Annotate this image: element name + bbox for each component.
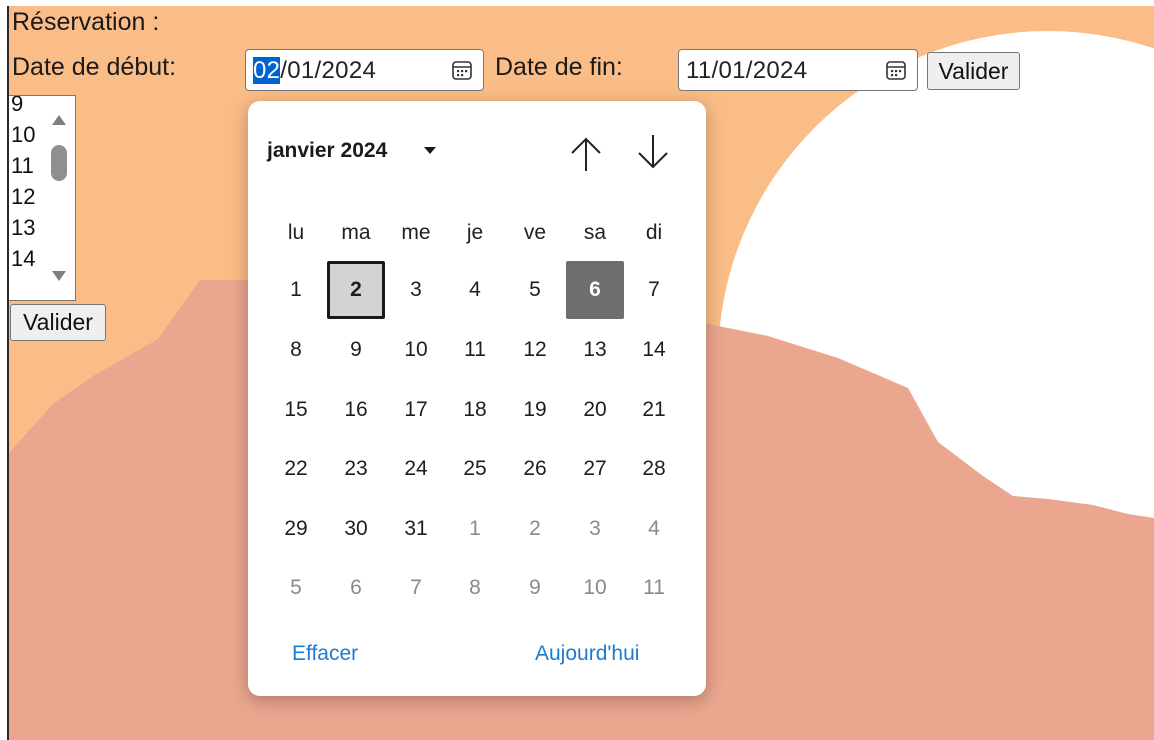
day-cell[interactable]: 4 bbox=[446, 261, 504, 319]
day-cell[interactable]: 11 bbox=[625, 559, 683, 617]
day-cell[interactable]: 24 bbox=[387, 440, 445, 498]
day-cell[interactable]: 11 bbox=[446, 321, 504, 379]
list-option[interactable]: 12 bbox=[11, 184, 35, 210]
day-cell-today[interactable]: 6 bbox=[566, 261, 624, 319]
list-option[interactable]: 9 bbox=[11, 96, 23, 117]
arrow-down-icon[interactable] bbox=[633, 131, 673, 175]
start-date-rest[interactable]: /01/2024 bbox=[280, 57, 376, 84]
day-cell[interactable]: 8 bbox=[446, 559, 504, 617]
start-date-input[interactable]: 02/01/2024 bbox=[245, 49, 484, 91]
listbox-scrollbar-thumb[interactable] bbox=[51, 145, 67, 181]
today-button[interactable]: Aujourd'hui bbox=[535, 642, 639, 666]
triangle-up-icon[interactable] bbox=[51, 114, 67, 126]
list-option[interactable]: 11 bbox=[11, 153, 34, 179]
end-date-label: Date de fin: bbox=[495, 53, 623, 81]
day-cell[interactable]: 17 bbox=[387, 381, 445, 439]
page-title: Réservation : bbox=[12, 8, 160, 36]
day-cell[interactable]: 9 bbox=[506, 559, 564, 617]
day-cell[interactable]: 7 bbox=[625, 261, 683, 319]
day-cell[interactable]: 3 bbox=[387, 261, 445, 319]
day-cell[interactable]: 2 bbox=[506, 500, 564, 558]
day-cell[interactable]: 4 bbox=[625, 500, 683, 558]
arrow-up-icon[interactable] bbox=[566, 131, 606, 175]
list-option[interactable]: 10 bbox=[11, 122, 35, 148]
start-date-day-segment[interactable]: 02 bbox=[253, 57, 281, 84]
day-cell[interactable]: 19 bbox=[506, 381, 564, 439]
day-cell[interactable]: 22 bbox=[267, 440, 325, 498]
day-cell[interactable]: 7 bbox=[387, 559, 445, 617]
calendar-icon[interactable] bbox=[885, 59, 907, 81]
triangle-down-icon[interactable] bbox=[51, 270, 67, 282]
weekday-label: je bbox=[466, 221, 484, 244]
hour-listbox[interactable]: 9 10 11 12 13 14 bbox=[8, 95, 76, 301]
day-cell[interactable]: 9 bbox=[327, 321, 385, 379]
month-year-label[interactable]: janvier 2024 bbox=[267, 139, 387, 163]
day-cell[interactable]: 13 bbox=[566, 321, 624, 379]
day-cell[interactable]: 12 bbox=[506, 321, 564, 379]
weekday-label: me bbox=[401, 221, 431, 244]
clear-button[interactable]: Effacer bbox=[292, 642, 358, 666]
day-cell[interactable]: 3 bbox=[566, 500, 624, 558]
frame-border bbox=[7, 6, 9, 740]
day-cell[interactable]: 31 bbox=[387, 500, 445, 558]
day-cell[interactable]: 10 bbox=[566, 559, 624, 617]
day-cell[interactable]: 26 bbox=[506, 440, 564, 498]
caret-down-icon[interactable] bbox=[424, 147, 436, 155]
day-cell[interactable]: 30 bbox=[327, 500, 385, 558]
day-cell[interactable]: 28 bbox=[625, 440, 683, 498]
day-cell[interactable]: 21 bbox=[625, 381, 683, 439]
end-date-input[interactable]: 11/01/2024 bbox=[678, 49, 918, 91]
weekday-label: ma bbox=[341, 221, 371, 244]
date-picker-popup: janvier 2024 lu ma me je ve sa di 1 2 3 4 5 6 7 8 9 10 1… bbox=[248, 101, 706, 696]
day-cell[interactable]: 27 bbox=[566, 440, 624, 498]
day-cell[interactable]: 14 bbox=[625, 321, 683, 379]
day-cell[interactable]: 15 bbox=[267, 381, 325, 439]
day-cell[interactable]: 29 bbox=[267, 500, 325, 558]
day-cell[interactable]: 10 bbox=[387, 321, 445, 379]
day-cell[interactable]: 5 bbox=[267, 559, 325, 617]
start-date-label: Date de début: bbox=[12, 53, 177, 81]
day-cell[interactable]: 1 bbox=[446, 500, 504, 558]
weekday-label: ve bbox=[523, 221, 547, 244]
day-cell[interactable]: 25 bbox=[446, 440, 504, 498]
day-cell[interactable]: 20 bbox=[566, 381, 624, 439]
day-cell[interactable]: 23 bbox=[327, 440, 385, 498]
end-date-value[interactable]: 11/01/2024 bbox=[686, 57, 807, 85]
day-cell[interactable]: 6 bbox=[327, 559, 385, 617]
day-cell[interactable]: 1 bbox=[267, 261, 325, 319]
weekday-label: sa bbox=[583, 221, 607, 244]
validate-hour-button[interactable]: Valider bbox=[10, 304, 106, 341]
day-cell[interactable]: 8 bbox=[267, 321, 325, 379]
validate-dates-button[interactable]: Valider bbox=[927, 52, 1020, 90]
calendar-icon[interactable] bbox=[451, 59, 473, 81]
list-option[interactable]: 14 bbox=[11, 246, 35, 272]
day-cell[interactable]: 16 bbox=[327, 381, 385, 439]
day-cell[interactable]: 18 bbox=[446, 381, 504, 439]
day-cell[interactable]: 5 bbox=[506, 261, 564, 319]
weekday-label: lu bbox=[287, 221, 305, 244]
list-option[interactable]: 13 bbox=[11, 215, 35, 241]
day-cell-selected[interactable]: 2 bbox=[327, 261, 385, 319]
weekday-label: di bbox=[645, 221, 663, 244]
